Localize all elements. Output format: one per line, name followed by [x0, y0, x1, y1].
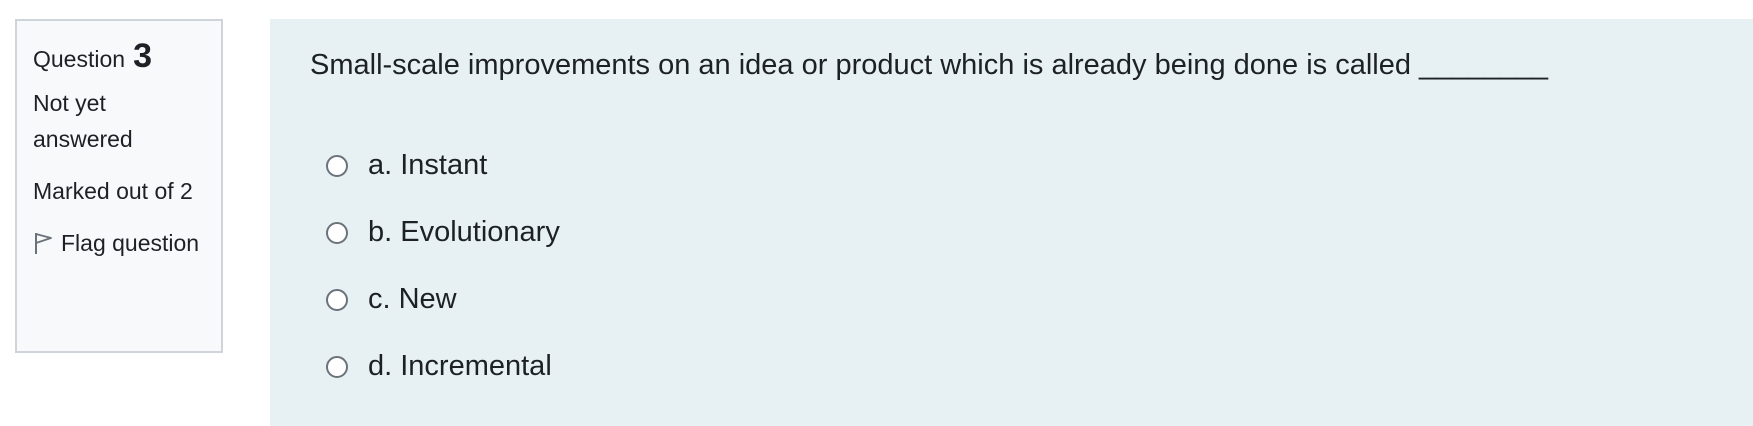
- question-state: Not yet answered: [33, 90, 133, 152]
- question-number: 3: [133, 37, 152, 75]
- question-label: Question: [33, 46, 126, 72]
- answer-label: a. Instant: [368, 149, 488, 181]
- flag-question-label: Flag question: [61, 230, 200, 256]
- radio-button[interactable]: [326, 355, 348, 378]
- radio-button[interactable]: [326, 154, 348, 177]
- question-content: Small-scale improvements on an idea or p…: [270, 19, 1753, 426]
- question-number-heading: Question 3: [33, 39, 207, 73]
- answer-label: b. Evolutionary: [368, 216, 560, 248]
- question-info-box: Question 3 Not yet answered Marked out o…: [15, 19, 223, 353]
- answer-option-d[interactable]: d. Incremental: [326, 333, 560, 400]
- radio-button[interactable]: [326, 288, 348, 311]
- flag-question-link[interactable]: Flag question: [33, 225, 203, 261]
- question-grade: Marked out of 2: [33, 178, 193, 204]
- answer-option-a[interactable]: a. Instant: [326, 132, 560, 199]
- radio-button[interactable]: [326, 221, 348, 244]
- answer-list: a. Instant b. Evolutionary c. New d. Inc…: [326, 132, 560, 400]
- flag-icon: [33, 229, 55, 254]
- answer-label: c. New: [368, 283, 457, 315]
- quiz-page: Question 3 Not yet answered Marked out o…: [0, 0, 1753, 426]
- answer-label: d. Incremental: [368, 350, 552, 382]
- answer-option-c[interactable]: c. New: [326, 266, 560, 333]
- question-text: Small-scale improvements on an idea or p…: [310, 49, 1549, 81]
- answer-option-b[interactable]: b. Evolutionary: [326, 199, 560, 266]
